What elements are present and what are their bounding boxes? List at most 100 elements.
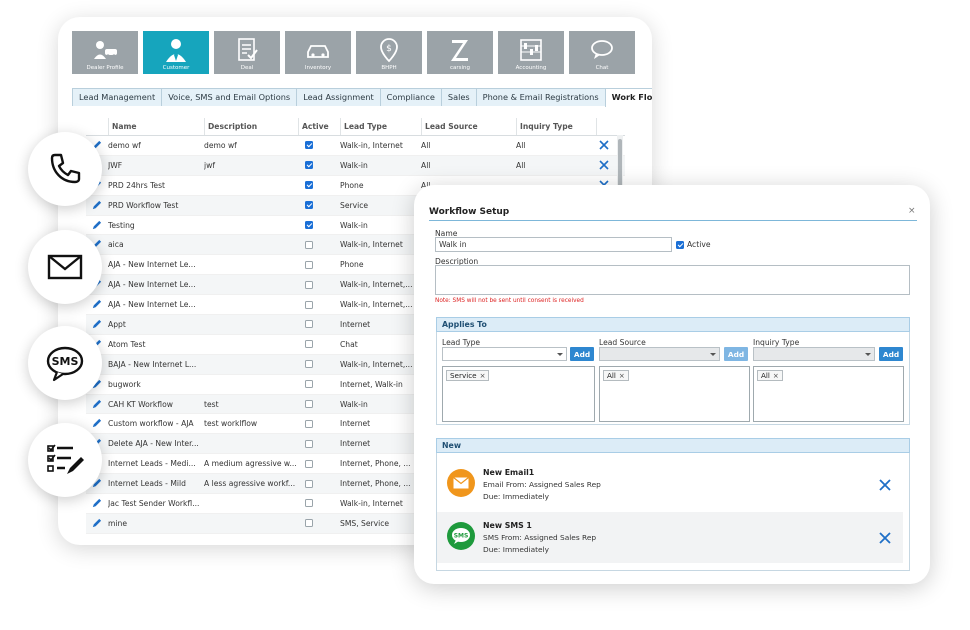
nav-inventory[interactable]: Inventory xyxy=(285,31,351,74)
active-checkbox[interactable] xyxy=(305,459,313,468)
cell-active[interactable] xyxy=(298,176,338,195)
edit-cell[interactable] xyxy=(88,395,104,414)
name-input[interactable]: Walk in xyxy=(435,237,672,252)
edit-pencil-icon[interactable] xyxy=(91,299,102,310)
nav-customer[interactable]: Customer xyxy=(143,31,209,74)
edit-pencil-icon[interactable] xyxy=(91,498,102,509)
edit-cell[interactable] xyxy=(88,514,104,533)
col-description[interactable]: Description xyxy=(204,118,296,135)
edit-pencil-icon[interactable] xyxy=(91,399,102,410)
cell-active[interactable] xyxy=(298,136,338,155)
edit-pencil-icon[interactable] xyxy=(91,319,102,330)
edit-cell[interactable] xyxy=(88,494,104,513)
active-checkbox[interactable] xyxy=(305,439,313,448)
edit-pencil-icon[interactable] xyxy=(91,518,102,529)
active-checkbox[interactable] xyxy=(305,479,313,488)
col-name[interactable]: Name xyxy=(108,118,200,135)
tab-sales[interactable]: Sales xyxy=(440,88,477,106)
close-icon[interactable]: × xyxy=(908,206,916,216)
inquiry-type-chip[interactable]: All × xyxy=(757,370,783,381)
delete-icon[interactable] xyxy=(599,140,609,151)
inquiry-type-list[interactable]: All × xyxy=(753,366,904,422)
col-inquiry-type[interactable]: Inquiry Type xyxy=(516,118,594,135)
cell-active[interactable] xyxy=(298,375,338,394)
table-row[interactable]: JWF jwf Walk-in All All xyxy=(86,155,625,176)
inquiry-type-add-button[interactable]: Add xyxy=(879,347,903,361)
tab-work-flow[interactable]: Work Flow xyxy=(604,88,652,107)
cell-active[interactable] xyxy=(298,335,338,354)
lead-type-chip[interactable]: Service × xyxy=(446,370,490,381)
active-checkbox[interactable] xyxy=(305,240,313,249)
delete-action-icon[interactable] xyxy=(878,531,892,545)
edit-cell[interactable] xyxy=(88,196,104,215)
lead-source-select[interactable] xyxy=(599,347,720,361)
nav-dealer-profile[interactable]: Dealer Profile xyxy=(72,31,138,74)
tab-voice-sms-email[interactable]: Voice, SMS and Email Options xyxy=(161,88,298,106)
tab-compliance[interactable]: Compliance xyxy=(379,88,442,106)
delete-icon[interactable] xyxy=(599,160,609,170)
active-checkbox[interactable] xyxy=(305,141,313,150)
active-checkbox[interactable] xyxy=(305,280,313,289)
active-checkbox[interactable] xyxy=(305,300,313,309)
table-row[interactable]: demo wf demo wf Walk-in, Internet All All xyxy=(86,136,625,156)
action-email[interactable]: New Email1 Email From: Assigned Sales Re… xyxy=(437,459,903,510)
tab-lead-assignment[interactable]: Lead Assignment xyxy=(296,88,381,106)
lead-type-list[interactable]: Service × xyxy=(442,366,595,422)
description-input[interactable] xyxy=(435,265,910,295)
active-checkbox[interactable] xyxy=(305,260,313,269)
active-checkbox[interactable] xyxy=(305,499,313,508)
edit-pencil-icon[interactable] xyxy=(91,200,102,211)
edit-cell[interactable] xyxy=(88,216,104,235)
cell-active[interactable] xyxy=(298,295,338,314)
remove-chip-icon[interactable]: × xyxy=(619,372,625,380)
lead-source-chip[interactable]: All × xyxy=(603,370,629,381)
tab-lead-management[interactable]: Lead Management xyxy=(72,88,163,106)
cell-active[interactable] xyxy=(298,315,338,334)
cell-active[interactable] xyxy=(298,196,338,215)
col-lead-type[interactable]: Lead Type xyxy=(340,118,420,135)
active-checkbox[interactable] xyxy=(305,340,313,349)
lead-type-select[interactable] xyxy=(442,347,567,361)
nav-bhph[interactable]: $ BHPH xyxy=(356,31,422,74)
active-checkbox[interactable] xyxy=(305,221,313,229)
tab-phone-email-registrations[interactable]: Phone & Email Registrations xyxy=(475,88,606,106)
cell-active[interactable] xyxy=(298,355,338,374)
edit-cell[interactable] xyxy=(88,414,104,433)
cell-active[interactable] xyxy=(298,514,338,533)
delete-action-icon[interactable] xyxy=(878,478,892,492)
cell-active[interactable] xyxy=(298,474,338,493)
cell-active[interactable] xyxy=(298,156,338,175)
active-checkbox[interactable] xyxy=(305,400,313,409)
active-checkbox[interactable] xyxy=(305,419,313,428)
remove-chip-icon[interactable]: × xyxy=(773,372,779,380)
active-checkbox[interactable] xyxy=(305,201,313,210)
active-checkbox[interactable] xyxy=(305,360,313,369)
nav-chat[interactable]: Chat xyxy=(569,31,635,74)
nav-accounting[interactable]: Accounting xyxy=(498,31,564,74)
active-checkbox[interactable] xyxy=(305,181,313,190)
edit-pencil-icon[interactable] xyxy=(91,220,102,231)
active-checkbox[interactable] xyxy=(676,240,684,249)
active-checkbox[interactable] xyxy=(305,320,313,329)
nav-carsing[interactable]: carsing xyxy=(427,31,493,74)
col-lead-source[interactable]: Lead Source xyxy=(421,118,515,135)
cell-active[interactable] xyxy=(298,255,338,274)
edit-cell[interactable] xyxy=(88,315,104,334)
col-active[interactable]: Active xyxy=(298,118,338,135)
action-sms[interactable]: SMS New SMS 1 SMS From: Assigned Sales R… xyxy=(437,512,903,563)
cell-active[interactable] xyxy=(298,494,338,513)
edit-pencil-icon[interactable] xyxy=(91,418,102,429)
active-toggle[interactable]: Active xyxy=(676,240,711,249)
edit-cell[interactable] xyxy=(88,295,104,314)
cell-active[interactable] xyxy=(298,454,338,473)
lead-source-list[interactable]: All × xyxy=(599,366,750,422)
cell-active[interactable] xyxy=(298,216,338,235)
active-checkbox[interactable] xyxy=(305,519,313,528)
lead-source-add-button[interactable]: Add xyxy=(724,347,748,361)
active-checkbox[interactable] xyxy=(305,380,313,389)
delete-cell[interactable] xyxy=(596,156,612,175)
nav-deal[interactable]: Deal xyxy=(214,31,280,74)
cell-active[interactable] xyxy=(298,395,338,414)
inquiry-type-select[interactable] xyxy=(753,347,875,361)
cell-active[interactable] xyxy=(298,235,338,254)
